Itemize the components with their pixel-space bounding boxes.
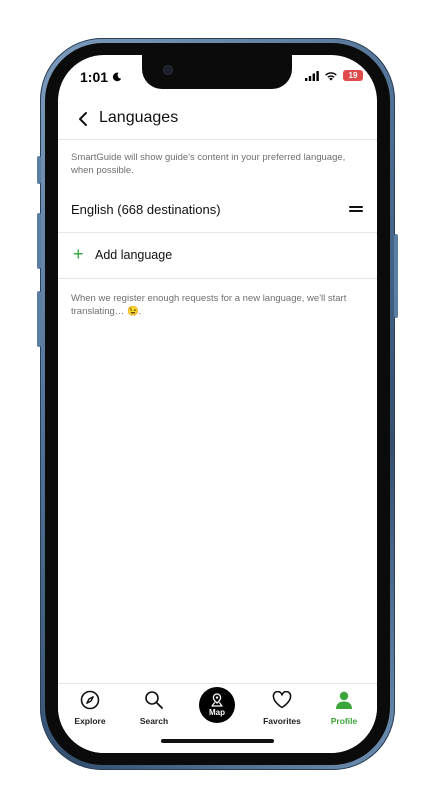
- home-indicator[interactable]: [161, 739, 274, 743]
- compass-icon: [80, 690, 100, 710]
- header: Languages: [58, 101, 377, 140]
- signal-icon: [305, 70, 319, 81]
- note-text: When we register enough requests for a n…: [71, 293, 347, 317]
- battery-level: 19: [348, 71, 358, 80]
- drag-handle-icon[interactable]: [349, 204, 363, 214]
- map-pin-icon: [211, 693, 223, 707]
- tab-label: Explore: [74, 716, 106, 726]
- tab-label: Map: [209, 708, 225, 717]
- silent-switch: [37, 156, 41, 184]
- tab-search[interactable]: Search: [124, 688, 184, 726]
- tab-label: Search: [139, 716, 169, 726]
- language-label: English (668 destinations): [71, 202, 221, 217]
- tab-map[interactable]: Map: [199, 687, 235, 723]
- wifi-icon: [325, 71, 337, 81]
- power-button: [394, 234, 398, 318]
- language-item-english[interactable]: English (668 destinations): [58, 194, 377, 233]
- moon-icon: [112, 72, 122, 82]
- tab-explore[interactable]: Explore: [60, 688, 120, 726]
- battery-indicator: 19: [343, 70, 363, 81]
- time-text: 1:01: [80, 69, 109, 85]
- status-indicators: 19: [305, 70, 363, 81]
- heart-icon: [272, 691, 292, 709]
- camera-icon: [164, 66, 172, 74]
- back-button[interactable]: [72, 108, 94, 130]
- volume-up-button: [37, 213, 41, 269]
- add-language-button[interactable]: + Add language: [58, 233, 377, 279]
- tab-label: Favorites: [263, 716, 301, 726]
- info-text: SmartGuide will show guide's content in …: [71, 152, 346, 176]
- notch: [142, 55, 292, 89]
- plus-icon: +: [73, 244, 84, 264]
- chevron-left-icon: [79, 112, 87, 126]
- page-title: Languages: [99, 109, 179, 126]
- person-icon: [336, 691, 352, 709]
- volume-down-button: [37, 291, 41, 347]
- status-time: 1:01: [80, 69, 122, 85]
- tab-favorites[interactable]: Favorites: [252, 688, 312, 726]
- tab-profile[interactable]: Profile: [314, 688, 374, 726]
- search-icon: [145, 691, 163, 709]
- add-language-label: Add language: [95, 248, 173, 262]
- tab-label: Profile: [330, 716, 358, 726]
- screen: 1:01 19 Languages SmartGuide will show g…: [58, 55, 377, 753]
